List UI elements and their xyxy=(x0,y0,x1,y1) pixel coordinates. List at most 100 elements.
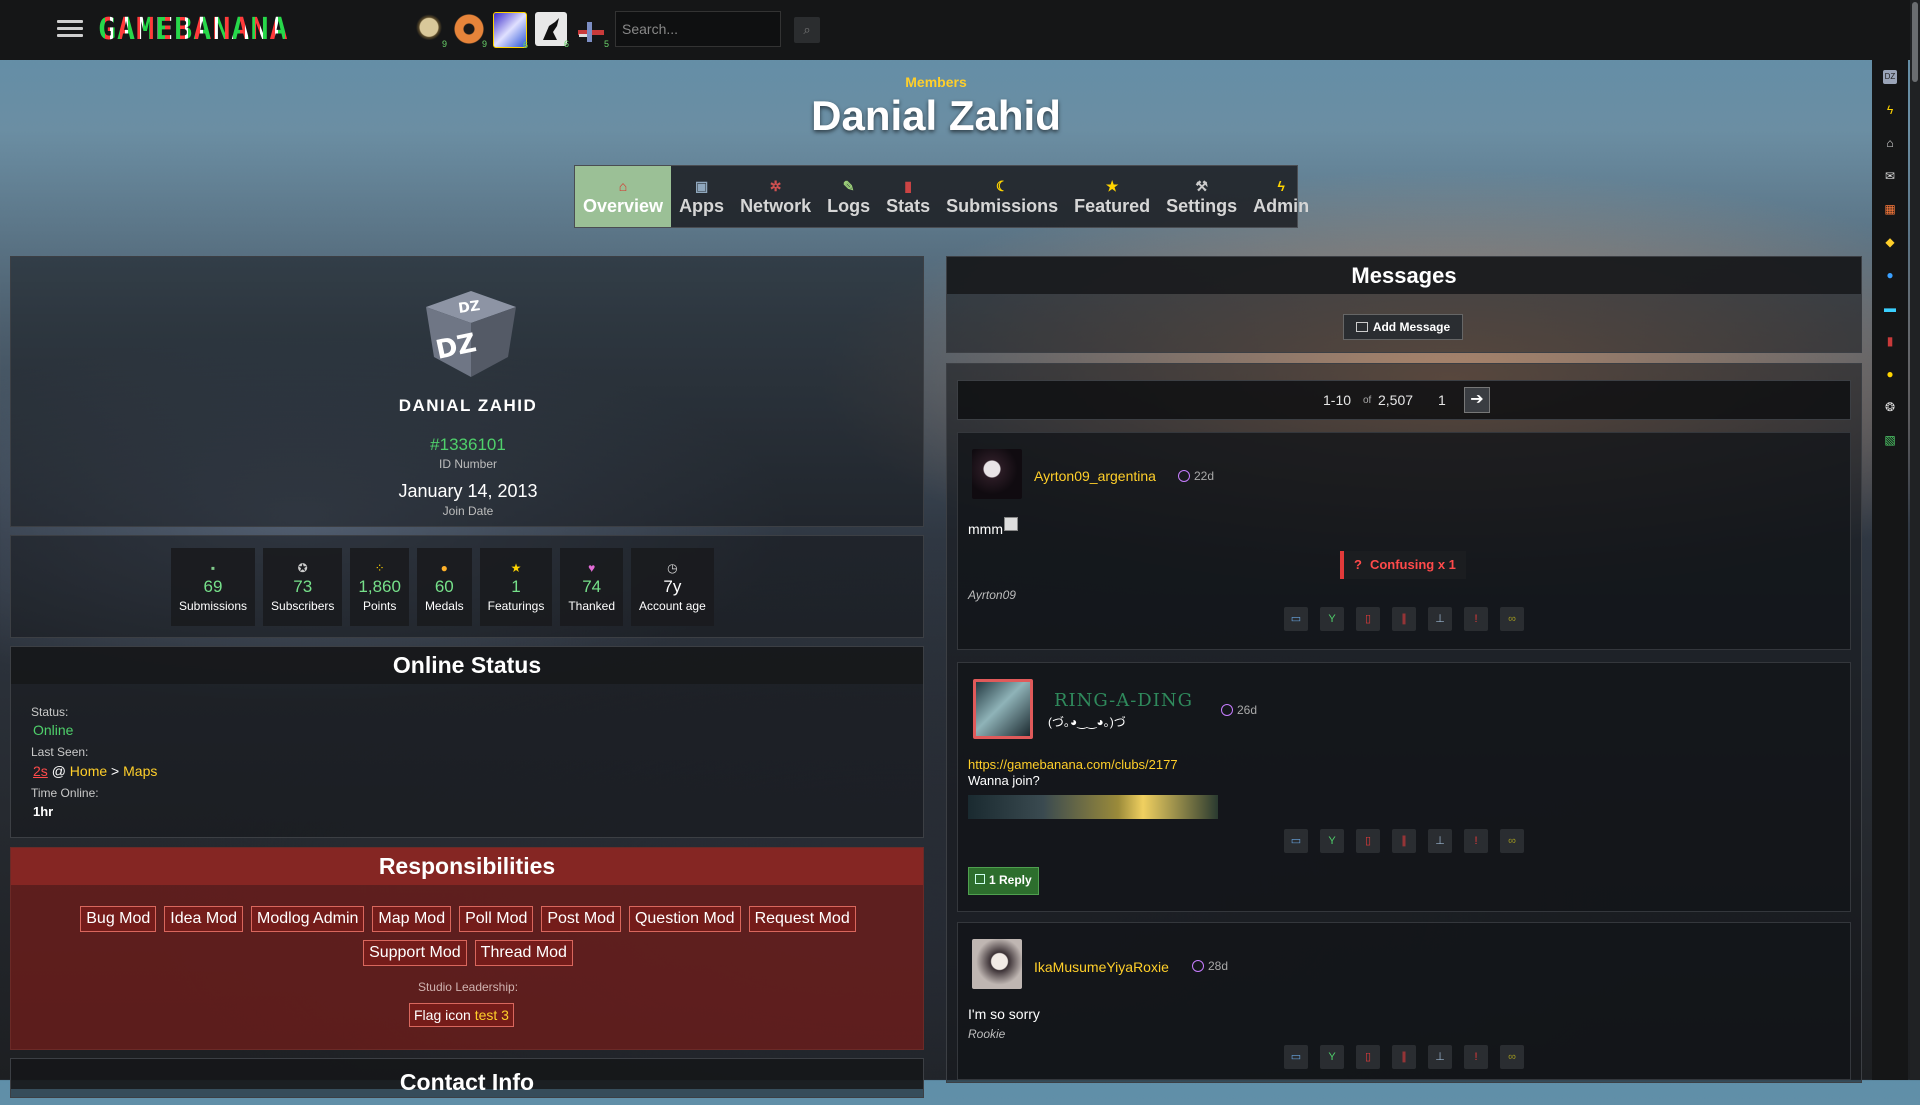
contact-info-heading: Contact Info xyxy=(11,1059,923,1095)
message-author[interactable]: IkaMusumeYiyaRoxie xyxy=(1034,959,1169,975)
link-icon[interactable]: ∞ xyxy=(1500,1045,1524,1069)
user-id: #1336101 xyxy=(430,435,506,454)
last-seen-page-link[interactable]: Maps xyxy=(123,763,157,779)
cs-game-icon[interactable]: 6 xyxy=(535,12,569,49)
search-input[interactable]: Search... xyxy=(615,11,781,47)
scrollbar-thumb[interactable] xyxy=(1912,2,1918,82)
stat-points[interactable]: ⁘ 1,860 Points xyxy=(350,548,409,626)
message-author[interactable]: RING-A-DING xyxy=(1054,690,1193,711)
clock-icon xyxy=(1221,704,1233,716)
flag-icon[interactable]: ! xyxy=(1464,607,1488,631)
sonic-game-icon[interactable]: 6 xyxy=(493,12,528,50)
studio-link[interactable]: Flag icon test 3 xyxy=(409,1003,514,1027)
link-icon[interactable]: ∞ xyxy=(1500,829,1524,853)
role-chip[interactable]: Thread Mod xyxy=(474,940,573,966)
bank-icon[interactable]: ⌂ xyxy=(1883,136,1897,150)
flag-icon[interactable]: ! xyxy=(1464,1045,1488,1069)
role-chip[interactable]: Question Mod xyxy=(628,906,741,932)
globe-icon[interactable]: ● xyxy=(1883,268,1897,282)
user-icon[interactable]: ⊥ xyxy=(1428,1045,1452,1069)
tf2-game-icon[interactable]: 9 xyxy=(453,12,487,49)
role-chip[interactable]: Poll Mod xyxy=(459,906,534,932)
reply-icon[interactable]: ▭ xyxy=(1284,829,1308,853)
skull-game-icon[interactable]: 9 xyxy=(413,12,447,49)
mail-icon[interactable]: ✉ xyxy=(1883,169,1897,183)
stats-icon[interactable]: ▧ xyxy=(1883,433,1897,447)
stat-label: Medals xyxy=(424,599,464,613)
pause-icon[interactable]: ∥ xyxy=(1392,829,1416,853)
dz-icon[interactable]: DZ xyxy=(1883,70,1897,84)
plane-game-icon[interactable]: 5 xyxy=(575,12,609,49)
role-chip[interactable]: Modlog Admin xyxy=(251,906,365,932)
role-chip[interactable]: Bug Mod xyxy=(80,906,157,932)
tab-featured[interactable]: ★ Featured xyxy=(1066,166,1158,227)
site-logo[interactable]: GAMEBANANA xyxy=(98,13,289,47)
tab-submissions[interactable]: ☾ Submissions xyxy=(938,166,1066,227)
tab-logs[interactable]: ✎ Logs xyxy=(819,166,878,227)
stat-thanked[interactable]: ♥ 74 Thanked xyxy=(560,548,624,626)
avatar[interactable] xyxy=(972,939,1022,989)
breadcrumb[interactable]: Members xyxy=(0,74,1872,90)
flag-icon[interactable]: ! xyxy=(1464,829,1488,853)
reply-button[interactable]: 1 Reply xyxy=(968,867,1039,895)
link-icon[interactable]: ∞ xyxy=(1500,607,1524,631)
message-time: 28d xyxy=(1192,959,1228,973)
search-icon[interactable]: ⌕ xyxy=(794,17,820,43)
tab-overview[interactable]: ⌂ Overview xyxy=(575,166,672,227)
stat-featurings[interactable]: ★ 1 Featurings xyxy=(479,548,553,626)
message-author[interactable]: Ayrton09_argentina xyxy=(1034,468,1156,484)
current-page[interactable]: 1 xyxy=(1438,392,1446,408)
bulb-icon[interactable]: ● xyxy=(1883,367,1897,381)
avatar[interactable] xyxy=(973,679,1033,739)
menu-icon[interactable] xyxy=(57,16,83,42)
contact-info-panel: Contact Info xyxy=(10,1058,924,1098)
tab-admin[interactable]: ϟ Admin xyxy=(1245,166,1317,227)
pause-icon[interactable]: ∥ xyxy=(1392,1045,1416,1069)
message-image[interactable] xyxy=(968,795,1218,819)
last-seen-home-link[interactable]: Home xyxy=(70,763,107,779)
pagination-of: of xyxy=(1363,395,1372,406)
role-chip[interactable]: Post Mod xyxy=(541,906,621,932)
tab-stats[interactable]: ▮ Stats xyxy=(878,166,938,227)
tab-settings[interactable]: ⚒ Settings xyxy=(1158,166,1245,227)
role-chip[interactable]: Map Mod xyxy=(372,906,452,932)
pause-icon[interactable]: ∥ xyxy=(1392,607,1416,631)
bolt-icon[interactable]: ϟ xyxy=(1883,103,1897,117)
stat-account-age[interactable]: ◷ 7y Account age xyxy=(631,548,714,626)
stat-subscribers[interactable]: ✪ 73 Subscribers xyxy=(263,548,343,626)
stat-submissions[interactable]: ▪ 69 Submissions xyxy=(171,548,256,626)
next-page-button[interactable]: ➔ xyxy=(1464,387,1490,413)
role-chip[interactable]: Idea Mod xyxy=(164,906,244,932)
grid-icon[interactable]: ▦ xyxy=(1883,202,1897,216)
palette-icon[interactable]: ❂ xyxy=(1883,400,1897,414)
user-icon[interactable]: ⊥ xyxy=(1428,607,1452,631)
trash-icon[interactable]: ▯ xyxy=(1356,829,1380,853)
trash-icon[interactable]: ▯ xyxy=(1356,607,1380,631)
tab-label: Network xyxy=(740,195,812,216)
reply-icon[interactable]: ▭ xyxy=(1284,1045,1308,1069)
reply-icon[interactable]: ▭ xyxy=(1284,607,1308,631)
thumbs-icon[interactable]: Y xyxy=(1320,607,1344,631)
last-seen-at: @ xyxy=(51,763,66,779)
scrollbar-track[interactable] xyxy=(1910,0,1920,1080)
role-chip[interactable]: Request Mod xyxy=(748,906,856,932)
trash-icon[interactable]: ▯ xyxy=(1356,1045,1380,1069)
warning-icon[interactable]: ◆ xyxy=(1883,235,1897,249)
folder-icon[interactable]: ▬ xyxy=(1883,301,1897,315)
thumbs-icon[interactable]: Y xyxy=(1320,1045,1344,1069)
reaction-badge[interactable]: ? Confusing x 1 xyxy=(1340,551,1466,579)
avatar[interactable] xyxy=(972,449,1022,499)
tab-apps[interactable]: ▣ Apps xyxy=(671,166,732,227)
message-signature: Ayrton09 xyxy=(968,588,1016,602)
tab-network[interactable]: ✲ Network xyxy=(732,166,819,227)
stat-medals[interactable]: ● 60 Medals xyxy=(416,548,472,626)
chart-icon[interactable]: ▮ xyxy=(1883,334,1897,348)
user-icon[interactable]: ⊥ xyxy=(1428,829,1452,853)
role-chip[interactable]: Support Mod xyxy=(363,940,467,966)
message-link[interactable]: https://gamebanana.com/clubs/2177 xyxy=(968,757,1178,772)
responsibilities-panel: Responsibilities Bug Mod Idea Mod Modlog… xyxy=(10,847,924,1050)
last-seen-separator: > xyxy=(111,763,120,779)
add-message-button[interactable]: Add Message xyxy=(1343,314,1463,340)
thumbs-icon[interactable]: Y xyxy=(1320,829,1344,853)
clock-icon: ◷ xyxy=(667,561,678,575)
